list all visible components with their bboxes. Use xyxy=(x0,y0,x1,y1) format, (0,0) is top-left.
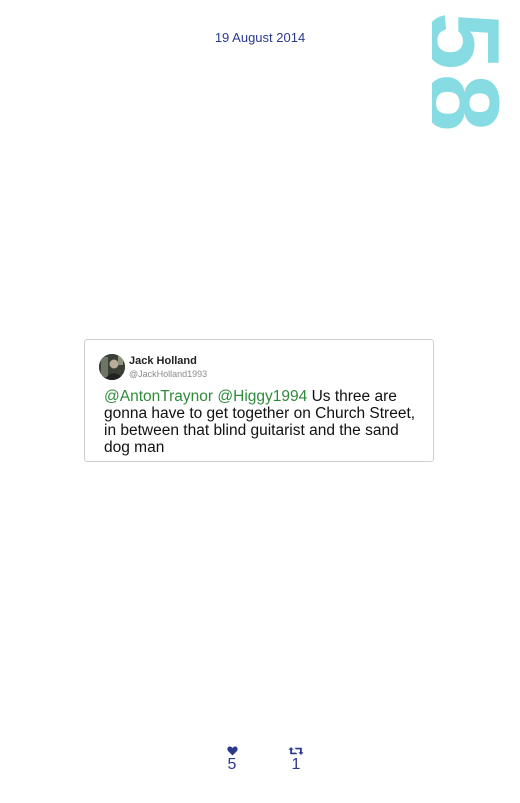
mention-link[interactable]: @Higgy1994 xyxy=(217,388,307,405)
tweet-card[interactable]: Jack Holland @JackHolland1993 @AntonTray… xyxy=(84,339,434,462)
avatar[interactable] xyxy=(99,354,125,380)
tweet-text: @AntonTraynor @Higgy1994 Us three are go… xyxy=(104,388,426,456)
avatar-image xyxy=(99,354,125,380)
page-number: 58 xyxy=(432,10,520,140)
page-number-text: 58 xyxy=(432,12,520,136)
retweets-count: 1 xyxy=(291,756,301,773)
author-handle[interactable]: @JackHolland1993 xyxy=(129,369,207,379)
mention-link[interactable]: @AntonTraynor xyxy=(104,388,213,405)
likes-stat[interactable]: 5 xyxy=(217,746,247,773)
retweets-stat[interactable]: 1 xyxy=(281,746,311,773)
heart-icon xyxy=(226,746,238,756)
likes-count: 5 xyxy=(227,756,237,773)
retweet-icon xyxy=(288,747,304,755)
author-name[interactable]: Jack Holland xyxy=(129,355,197,367)
page: 19 August 2014 58 Jack Holland @JackHoll… xyxy=(0,0,520,803)
